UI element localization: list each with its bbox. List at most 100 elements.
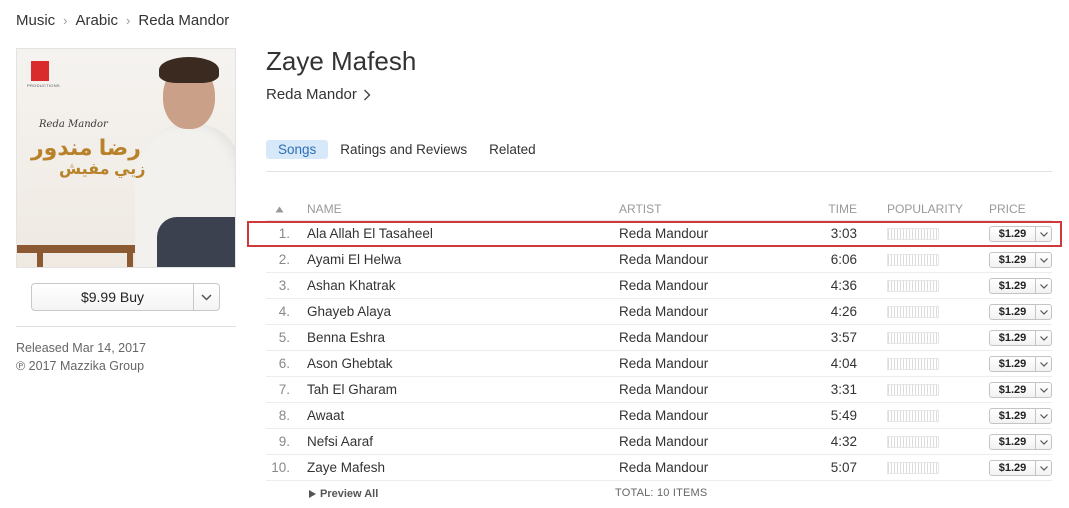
album-artwork[interactable]: PRODUCTIONS Reda Mandor رضا مندور زيي مف… — [16, 48, 236, 268]
table-row[interactable]: 9. Nefsi Aaraf Reda Mandour 4:32 $1.29 — [266, 429, 1052, 455]
price-dropdown-toggle[interactable] — [1035, 305, 1051, 319]
buy-button[interactable]: $9.99 Buy — [31, 283, 220, 311]
total-items: TOTAL: 10 ITEMS — [615, 487, 708, 499]
popularity-bar — [887, 462, 939, 474]
price-label[interactable]: $1.29 — [990, 227, 1035, 241]
track-time: 5:49 — [830, 408, 857, 423]
price-label[interactable]: $1.29 — [990, 331, 1035, 345]
buy-button-label[interactable]: $9.99 Buy — [32, 284, 193, 310]
track-list: 1. Ala Allah El Tasaheel Reda Mandour 3:03 $… — [266, 221, 1052, 481]
track-artist[interactable]: Reda Mandour — [619, 299, 708, 324]
track-time: 4:32 — [830, 434, 857, 449]
track-name[interactable]: Ason Ghebtak — [307, 351, 393, 376]
track-name[interactable]: Ala Allah El Tasaheel — [307, 221, 433, 246]
track-name[interactable]: Ghayeb Alaya — [307, 299, 391, 324]
price-dropdown-toggle[interactable] — [1035, 331, 1051, 345]
breadcrumb-music[interactable]: Music — [16, 12, 55, 29]
preview-all-label[interactable]: Preview All — [320, 488, 378, 500]
table-row[interactable]: 5. Benna Eshra Reda Mandour 3:57 $1.29 — [266, 325, 1052, 351]
track-artist[interactable]: Reda Mandour — [619, 403, 708, 428]
table-row[interactable]: 1. Ala Allah El Tasaheel Reda Mandour 3:03 $… — [266, 221, 1052, 247]
table-row[interactable]: 3. Ashan Khatrak Reda Mandour 4:36 $1.29 — [266, 273, 1052, 299]
track-artist[interactable]: Reda Mandour — [619, 351, 708, 376]
breadcrumb-artist[interactable]: Reda Mandor — [138, 12, 229, 29]
price-button[interactable]: $1.29 — [989, 304, 1052, 320]
chevron-right-icon: › — [63, 13, 68, 28]
buy-dropdown-toggle[interactable] — [193, 284, 219, 310]
price-label[interactable]: $1.29 — [990, 357, 1035, 371]
price-button[interactable]: $1.29 — [989, 434, 1052, 450]
price-label[interactable]: $1.29 — [990, 253, 1035, 267]
popularity-bar — [887, 306, 939, 318]
price-button[interactable]: $1.29 — [989, 460, 1052, 476]
table-row[interactable]: 10. Zaye Mafesh Reda Mandour 5:07 $1.29 — [266, 455, 1052, 481]
tab-ratings-and-reviews[interactable]: Ratings and Reviews — [340, 140, 467, 159]
breadcrumb-arabic[interactable]: Arabic — [76, 12, 119, 29]
track-name[interactable]: Zaye Mafesh — [307, 455, 385, 480]
table-row[interactable]: 7. Tah El Gharam Reda Mandour 3:31 $1.29 — [266, 377, 1052, 403]
track-name[interactable]: Ashan Khatrak — [307, 273, 396, 298]
track-artist[interactable]: Reda Mandour — [619, 455, 708, 480]
price-label[interactable]: $1.29 — [990, 409, 1035, 423]
track-number: 3. — [278, 278, 290, 293]
artwork-arabic-title: رضا مندور — [31, 135, 141, 160]
column-header-name[interactable]: NAME — [307, 198, 342, 220]
popularity-bar — [887, 254, 939, 266]
price-label[interactable]: $1.29 — [990, 305, 1035, 319]
column-header-price[interactable]: PRICE — [989, 198, 1026, 220]
artwork-signature: Reda Mandor — [39, 119, 108, 130]
price-label[interactable]: $1.29 — [990, 383, 1035, 397]
track-name[interactable]: Tah El Gharam — [307, 377, 397, 402]
tab-related[interactable]: Related — [489, 140, 536, 159]
preview-all-button[interactable]: Preview All — [309, 488, 378, 500]
price-dropdown-toggle[interactable] — [1035, 383, 1051, 397]
column-header-artist[interactable]: ARTIST — [619, 198, 661, 220]
track-artist[interactable]: Reda Mandour — [619, 377, 708, 402]
sort-column-header[interactable] — [275, 198, 287, 220]
price-dropdown-toggle[interactable] — [1035, 253, 1051, 267]
track-number: 9. — [278, 434, 290, 449]
table-row[interactable]: 6. Ason Ghebtak Reda Mandour 4:04 $1.29 — [266, 351, 1052, 377]
price-dropdown-toggle[interactable] — [1035, 435, 1051, 449]
track-artist[interactable]: Reda Mandour — [619, 221, 708, 246]
column-header-popularity[interactable]: POPULARITY — [887, 198, 963, 220]
price-button[interactable]: $1.29 — [989, 330, 1052, 346]
track-name[interactable]: Ayami El Helwa — [307, 247, 401, 272]
price-label[interactable]: $1.29 — [990, 435, 1035, 449]
price-dropdown-toggle[interactable] — [1035, 461, 1051, 475]
price-button[interactable]: $1.29 — [989, 382, 1052, 398]
table-row[interactable]: 4. Ghayeb Alaya Reda Mandour 4:26 $1.29 — [266, 299, 1052, 325]
track-artist[interactable]: Reda Mandour — [619, 247, 708, 272]
chevron-down-icon — [1039, 439, 1048, 445]
price-button[interactable]: $1.29 — [989, 408, 1052, 424]
track-time: 4:26 — [830, 304, 857, 319]
artist-link[interactable]: Reda Mandor — [266, 86, 371, 103]
column-header-time[interactable]: TIME — [786, 198, 857, 220]
chevron-down-icon — [1039, 309, 1048, 315]
track-name[interactable]: Nefsi Aaraf — [307, 429, 373, 454]
price-label[interactable]: $1.29 — [990, 279, 1035, 293]
divider — [266, 171, 1052, 172]
artist-link-label[interactable]: Reda Mandor — [266, 86, 357, 103]
price-dropdown-toggle[interactable] — [1035, 357, 1051, 371]
price-label[interactable]: $1.29 — [990, 461, 1035, 475]
price-button[interactable]: $1.29 — [989, 356, 1052, 372]
track-artist[interactable]: Reda Mandour — [619, 273, 708, 298]
price-dropdown-toggle[interactable] — [1035, 279, 1051, 293]
popularity-bar — [887, 436, 939, 448]
sort-up-icon[interactable] — [275, 206, 284, 213]
table-row[interactable]: 2. Ayami El Helwa Reda Mandour 6:06 $1.29 — [266, 247, 1052, 273]
track-name[interactable]: Awaat — [307, 403, 344, 428]
price-button[interactable]: $1.29 — [989, 226, 1052, 242]
price-dropdown-toggle[interactable] — [1035, 227, 1051, 241]
track-time: 4:36 — [830, 278, 857, 293]
price-button[interactable]: $1.29 — [989, 252, 1052, 268]
price-dropdown-toggle[interactable] — [1035, 409, 1051, 423]
track-artist[interactable]: Reda Mandour — [619, 325, 708, 350]
track-artist[interactable]: Reda Mandour — [619, 429, 708, 454]
table-row[interactable]: 8. Awaat Reda Mandour 5:49 $1.29 — [266, 403, 1052, 429]
tab-songs[interactable]: Songs — [266, 140, 329, 159]
artwork-chair-leg — [37, 253, 43, 267]
track-name[interactable]: Benna Eshra — [307, 325, 385, 350]
price-button[interactable]: $1.29 — [989, 278, 1052, 294]
